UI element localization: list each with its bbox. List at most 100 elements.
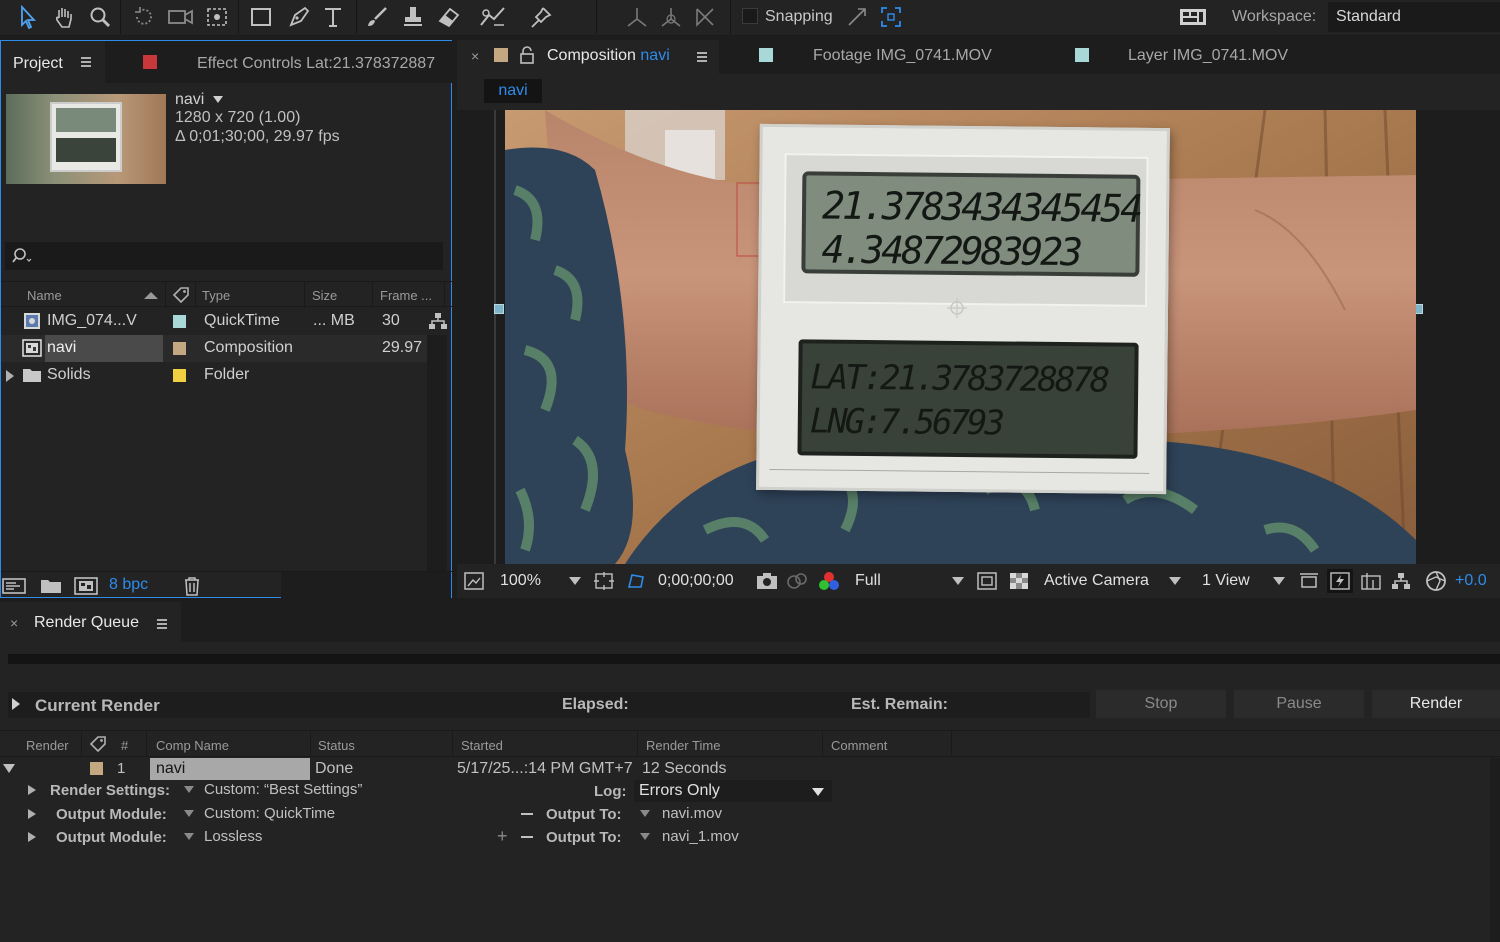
tab-project[interactable]: Project — [1, 41, 105, 83]
safe-margins-icon[interactable] — [593, 570, 615, 592]
add-output-module-icon[interactable]: + — [497, 826, 508, 847]
project-horizontal-scrollbar[interactable] — [281, 572, 451, 598]
close-icon[interactable]: × — [471, 48, 479, 64]
anchor-point-icon[interactable] — [945, 296, 969, 320]
pen-tool-icon[interactable] — [284, 2, 314, 32]
trash-icon[interactable] — [181, 575, 203, 597]
view-axis-mode-icon[interactable] — [690, 2, 720, 32]
snapping-checkbox[interactable] — [742, 8, 758, 24]
camera-view-value[interactable]: Active Camera — [1044, 572, 1149, 590]
column-render[interactable]: Render — [26, 738, 69, 753]
column-status[interactable]: Status — [318, 738, 355, 753]
collapse-triangle-icon[interactable] — [3, 764, 15, 773]
reset-exposure-icon[interactable] — [1423, 569, 1449, 593]
pan-behind-tool-icon[interactable] — [202, 2, 232, 32]
project-search-input[interactable] — [5, 242, 443, 270]
stop-button[interactable]: Stop — [1096, 690, 1226, 718]
output-module-dropdown-icon[interactable] — [184, 810, 194, 817]
comp-viewer[interactable]: 21.3783434345454 4.34872983923 LAT:21.37… — [457, 110, 1500, 564]
label-tag-icon[interactable] — [88, 735, 108, 753]
world-axis-mode-icon[interactable] — [656, 2, 686, 32]
snapping-options-icon[interactable] — [844, 3, 870, 31]
flowchart-icon[interactable] — [427, 311, 449, 331]
channels-icon[interactable] — [817, 570, 841, 592]
zoom-dropdown-icon[interactable] — [569, 577, 581, 585]
current-time[interactable]: 0;00;00;00 — [658, 572, 734, 590]
expand-triangle-icon[interactable] — [6, 370, 14, 382]
panel-menu-icon[interactable] — [157, 619, 167, 629]
column-type[interactable]: Type — [202, 288, 230, 303]
output-to-dropdown-icon[interactable] — [640, 833, 650, 840]
transparency-grid-icon[interactable] — [1007, 570, 1031, 592]
region-of-interest-icon[interactable] — [975, 570, 999, 592]
eraser-tool-icon[interactable] — [434, 2, 464, 32]
lock-icon[interactable] — [519, 45, 535, 65]
column-comment[interactable]: Comment — [831, 738, 887, 753]
puppet-pin-tool-icon[interactable] — [526, 2, 556, 32]
column-size[interactable]: Size — [312, 288, 337, 303]
pause-button[interactable]: Pause — [1234, 690, 1364, 718]
label-color-swatch[interactable] — [173, 315, 186, 328]
resolution-dropdown-icon[interactable] — [952, 577, 964, 585]
panel-menu-icon[interactable] — [697, 52, 707, 62]
remove-output-module-icon[interactable] — [521, 836, 533, 838]
label-color-swatch[interactable] — [90, 762, 103, 775]
project-scrollbar[interactable] — [427, 335, 447, 571]
mask-visibility-icon[interactable] — [625, 570, 647, 592]
column-name[interactable]: Name — [27, 288, 62, 303]
close-icon[interactable]: × — [10, 615, 18, 631]
log-dropdown[interactable]: Errors Only — [634, 780, 832, 802]
column-started[interactable]: Started — [461, 738, 503, 753]
type-tool-icon[interactable] — [318, 2, 348, 32]
tab-layer[interactable]: Layer IMG_0741.MOV — [1035, 40, 1335, 74]
fast-previews-icon[interactable] — [1327, 569, 1353, 593]
zoom-tool-icon[interactable] — [86, 2, 114, 32]
column-render-time[interactable]: Render Time — [646, 738, 720, 753]
tab-composition[interactable]: × Composition navi — [457, 40, 719, 74]
brush-tool-icon[interactable] — [362, 2, 392, 32]
layer-handle[interactable] — [494, 304, 504, 314]
project-item-composition[interactable]: navi Composition 29.97 — [1, 335, 427, 362]
rectangle-tool-icon[interactable] — [246, 2, 276, 32]
expand-triangle-icon[interactable] — [28, 832, 36, 842]
project-item-folder[interactable]: Solids Folder — [1, 362, 427, 389]
zoom-value[interactable]: 100% — [500, 572, 541, 590]
output-to-dropdown-icon[interactable] — [640, 810, 650, 817]
exposure-value[interactable]: +0.0 — [1455, 572, 1487, 590]
label-tag-icon[interactable] — [171, 286, 191, 304]
local-axis-mode-icon[interactable] — [622, 2, 652, 32]
view-layout-dropdown-icon[interactable] — [1273, 577, 1285, 585]
tab-render-queue[interactable]: × Render Queue — [0, 602, 181, 642]
show-snapshot-icon[interactable] — [785, 570, 809, 592]
render-queue-item[interactable]: 1 navi Done 5/17/25...:14 PM GMT+7 12 Se… — [0, 758, 1490, 780]
tab-effect-controls[interactable]: Effect Controls Lat:21.378372887 — [105, 41, 452, 83]
toggle-pixel-aspect-icon[interactable] — [1297, 570, 1321, 592]
comp-frame[interactable]: 21.3783434345454 4.34872983923 LAT:21.37… — [505, 110, 1416, 564]
output-file-name[interactable]: navi_1.mov — [662, 828, 739, 845]
remove-output-module-icon[interactable] — [521, 813, 533, 815]
column-comp-name[interactable]: Comp Name — [156, 738, 229, 753]
tab-footage[interactable]: Footage IMG_0741.MOV — [719, 40, 1035, 74]
bit-depth-button[interactable]: 8 bpc — [109, 576, 148, 594]
comp-flowchart-icon[interactable] — [1389, 570, 1413, 592]
camera-view-dropdown-icon[interactable] — [1169, 577, 1181, 585]
render-settings-dropdown-icon[interactable] — [184, 786, 194, 793]
render-queue-scrollbar[interactable] — [1490, 758, 1500, 942]
roto-brush-tool-icon[interactable] — [476, 2, 510, 32]
column-frame-rate[interactable]: Frame ... — [380, 288, 432, 303]
clone-stamp-tool-icon[interactable] — [398, 2, 428, 32]
panel-menu-icon[interactable] — [81, 57, 91, 67]
output-module-value[interactable]: Lossless — [204, 828, 262, 845]
rotation-tool-icon[interactable] — [130, 2, 158, 32]
preview-name[interactable]: navi — [175, 91, 223, 109]
hand-tool-icon[interactable] — [50, 2, 78, 32]
comp-breadcrumb[interactable]: navi — [484, 79, 542, 103]
output-module-dropdown-icon[interactable] — [184, 833, 194, 840]
workspace-dropdown[interactable]: Standard — [1328, 2, 1500, 32]
render-button[interactable]: Render — [1372, 690, 1500, 718]
workspace-icon[interactable] — [1178, 4, 1208, 30]
label-color-swatch[interactable] — [173, 342, 186, 355]
output-module-value[interactable]: Custom: QuickTime — [204, 805, 335, 822]
new-composition-icon[interactable] — [73, 575, 99, 597]
snapshot-camera-icon[interactable] — [755, 570, 779, 592]
